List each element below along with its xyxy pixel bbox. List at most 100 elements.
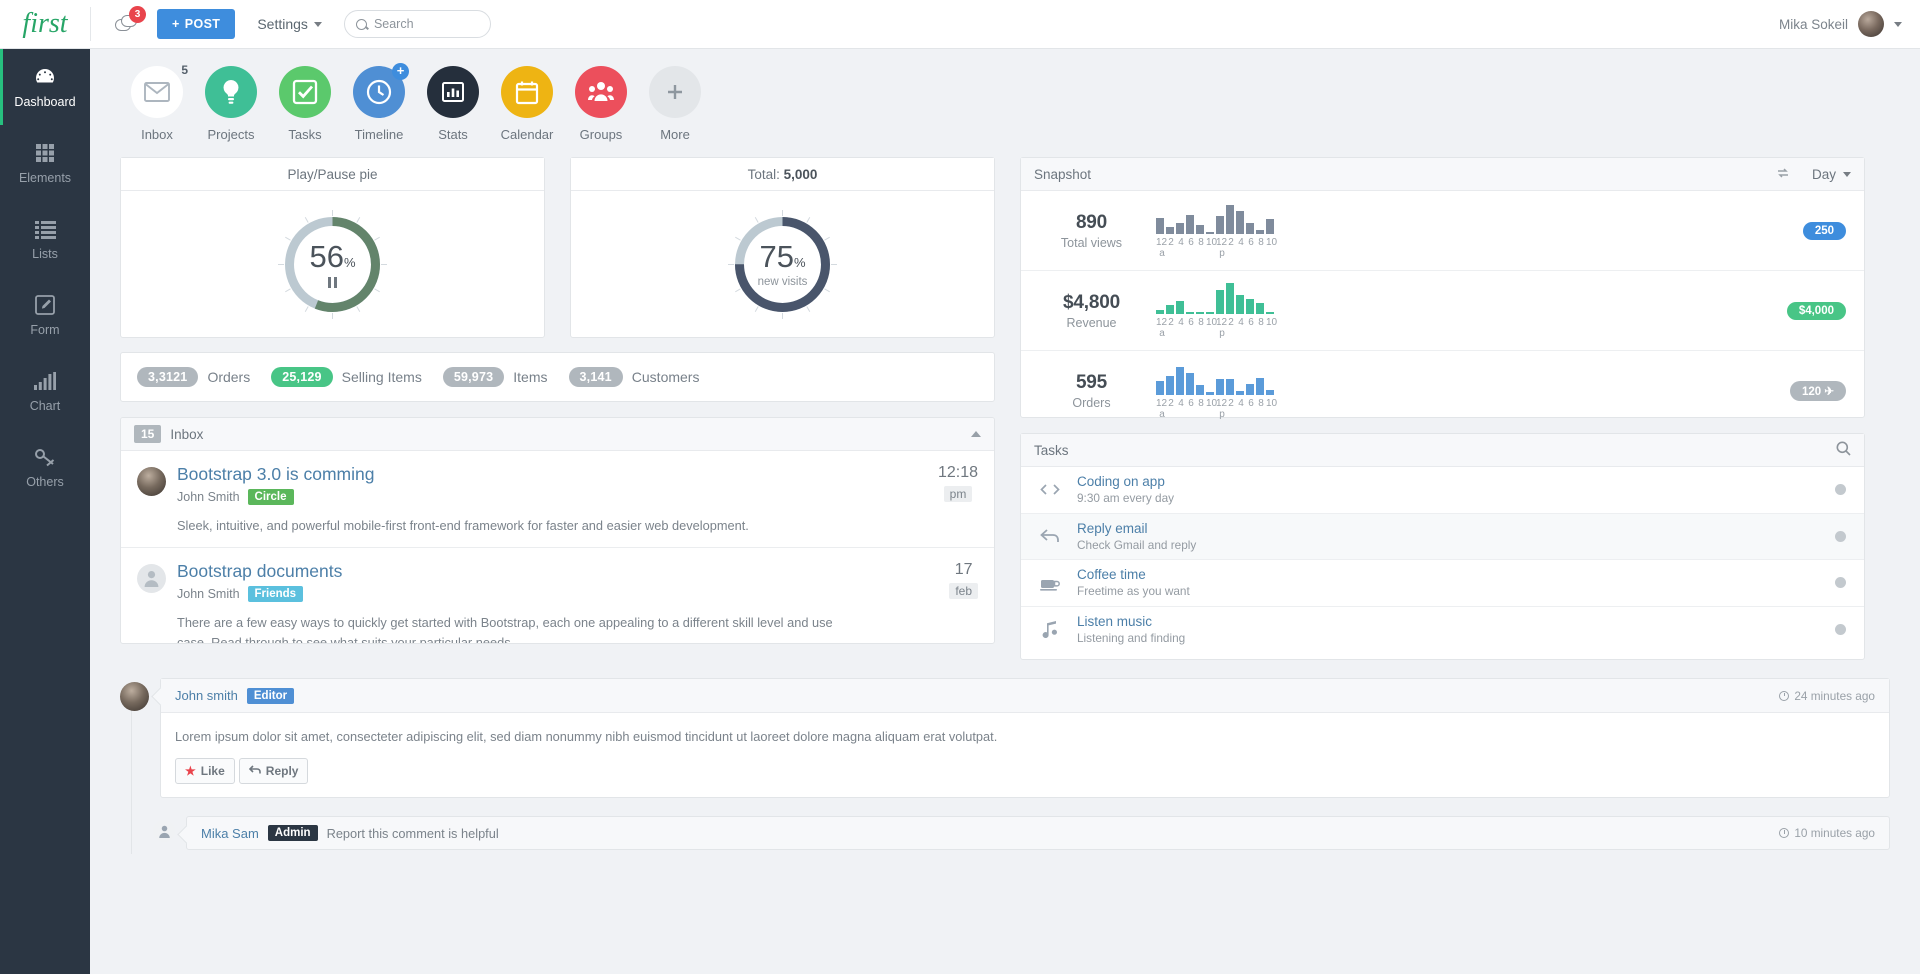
clock-icon (1779, 690, 1790, 701)
sidebar-item-chart[interactable]: Chart (0, 353, 90, 429)
task-title[interactable]: Coffee time (1077, 567, 1190, 582)
sidebar-item-dashboard[interactable]: Dashboard (0, 49, 90, 125)
chevron-down-icon (313, 21, 322, 27)
stat-label-selling-items: Selling Items (341, 369, 422, 385)
message-date-sub: pm (943, 486, 973, 502)
task-item[interactable]: Coding on app 9:30 am every day (1021, 467, 1864, 514)
task-title[interactable]: Coding on app (1077, 474, 1174, 489)
quick-action-timeline[interactable]: + Timeline (342, 63, 416, 142)
like-button-label: Like (200, 764, 225, 778)
task-status-dot[interactable] (1835, 577, 1846, 589)
settings-dropdown[interactable]: Settings (257, 16, 322, 32)
stat-value-customers: 3,141 (568, 367, 623, 387)
message-tag: Friends (247, 586, 304, 603)
search-icon (355, 18, 367, 30)
quick-action-tasks[interactable]: Tasks (268, 66, 342, 142)
sparkline-revenue: 12 2 4 6 8 10 12 2 4 6 8 10 ap (1156, 282, 1278, 339)
snapshot-label: Total views (1060, 235, 1123, 250)
quick-action-more[interactable]: More (638, 66, 712, 142)
comment-time-label: 24 minutes ago (1794, 688, 1875, 703)
task-status-dot[interactable] (1835, 484, 1846, 496)
message-date: 12:18 pm (938, 464, 978, 503)
message-date: 17 feb (949, 561, 978, 600)
search-icon[interactable] (1836, 441, 1851, 459)
donut-chart-total: 75% new visits (725, 207, 840, 322)
quick-action-label: Timeline (354, 127, 404, 142)
task-item[interactable]: Reply email Check Gmail and reply (1021, 513, 1864, 560)
reply-button-label: Reply (265, 764, 299, 778)
pencil-square-icon (34, 293, 56, 317)
card-body: 75% new visits (571, 191, 994, 338)
sparkline-total-views: 12 2 4 6 8 10 12 2 4 6 8 10 ap (1156, 202, 1277, 259)
snapshot-value: $4,800 (1063, 291, 1120, 313)
refresh-icon[interactable] (1776, 166, 1790, 183)
inbox-message[interactable]: Bootstrap 3.0 is comming John Smith Circ… (121, 451, 994, 549)
sidebar-item-lists[interactable]: Lists (0, 201, 90, 277)
user-icon (144, 571, 159, 588)
message-date-sub: feb (949, 583, 978, 600)
comment-box: John smith Editor 24 minutes ago Lorem i… (160, 678, 1890, 798)
chevron-down-icon[interactable] (1894, 21, 1902, 27)
sparkline-axis: 12 2 4 6 8 10 12 2 4 6 8 10 ap (1156, 397, 1278, 420)
sidebar-item-elements[interactable]: Elements (0, 125, 90, 201)
quick-action-circle (279, 66, 331, 118)
message-meta: John Smith Circle (177, 489, 978, 506)
sparkline-axis: 12 2 4 6 8 10 12 2 4 6 8 10 ap (1156, 317, 1278, 339)
card-header: Play/Pause pie (121, 158, 544, 191)
avatar-placeholder (137, 564, 166, 594)
sidebar-item-others[interactable]: Others (0, 429, 90, 505)
messages-button[interactable]: 3 (105, 4, 147, 44)
like-button[interactable]: ★ Like (175, 758, 235, 784)
inbox-message[interactable]: Bootstrap documents John Smith Friends T… (121, 548, 994, 643)
lightbulb-icon (223, 80, 239, 104)
snapshot-label: Orders (1072, 396, 1111, 410)
coffee-icon (1039, 575, 1061, 591)
plus-icon: + (172, 17, 180, 31)
task-item[interactable]: Listen music Listening and finding (1021, 607, 1864, 654)
task-subtitle: 9:30 am every day (1077, 491, 1175, 506)
dashboard-grid: Play/Pause pie 56% Total: 5,000 75% new … (90, 142, 1920, 660)
avatar (1858, 11, 1884, 37)
app-logo[interactable]: first (0, 8, 90, 40)
comment-author[interactable]: Mika Sam (201, 826, 259, 841)
snapshot-value: 890 (1075, 211, 1108, 233)
message-title[interactable]: Bootstrap documents (177, 561, 978, 581)
quick-action-label: Projects (207, 127, 255, 142)
task-item[interactable]: Coffee time Freetime as you want (1021, 560, 1864, 607)
avatar-placeholder (153, 820, 175, 842)
task-title[interactable]: Listen music (1077, 614, 1185, 629)
task-status-dot[interactable] (1835, 530, 1846, 542)
avatar (120, 682, 149, 711)
post-button[interactable]: + POST (157, 9, 236, 39)
bar-chart-icon (34, 369, 56, 393)
quick-action-inbox[interactable]: 5 Inbox (120, 63, 194, 142)
search-input[interactable] (373, 17, 479, 31)
star-icon: ★ (185, 764, 196, 778)
quick-action-stats[interactable]: Stats (416, 66, 490, 142)
user-menu[interactable]: Mika Sokeil (1779, 11, 1920, 37)
chart-bars-icon (442, 82, 464, 102)
collapse-icon[interactable] (971, 431, 981, 437)
card-header: Total: 5,000 (571, 158, 994, 191)
reply-button[interactable]: Reply (238, 758, 309, 784)
quick-action-groups[interactable]: Groups (564, 66, 638, 142)
snapshot-row-total-views: 890 Total views 12 2 4 6 8 10 12 2 4 6 8… (1021, 191, 1864, 271)
message-title[interactable]: Bootstrap 3.0 is comming (177, 464, 978, 484)
snapshot-badge: 250 (1802, 221, 1846, 240)
sparkline-orders: 12 2 4 6 8 10 12 2 4 6 8 10 ap (1156, 363, 1278, 420)
sidebar-item-label: Elements (18, 171, 72, 185)
avatar (137, 467, 166, 496)
add-icon[interactable]: + (392, 63, 409, 80)
sidebar-item-form[interactable]: Form (0, 277, 90, 353)
quick-action-calendar[interactable]: Calendar (490, 66, 564, 142)
task-status-dot[interactable] (1835, 624, 1846, 636)
check-square-icon (292, 79, 318, 105)
message-meta: John Smith Friends (177, 586, 978, 603)
message-author: John Smith (177, 490, 240, 505)
settings-label: Settings (257, 16, 308, 32)
search-box[interactable] (343, 10, 491, 38)
snapshot-range-dropdown[interactable]: Day (1812, 167, 1851, 182)
quick-action-projects[interactable]: Projects (194, 66, 268, 142)
comment-author[interactable]: John smith (175, 688, 238, 703)
task-title[interactable]: Reply email (1077, 521, 1196, 536)
